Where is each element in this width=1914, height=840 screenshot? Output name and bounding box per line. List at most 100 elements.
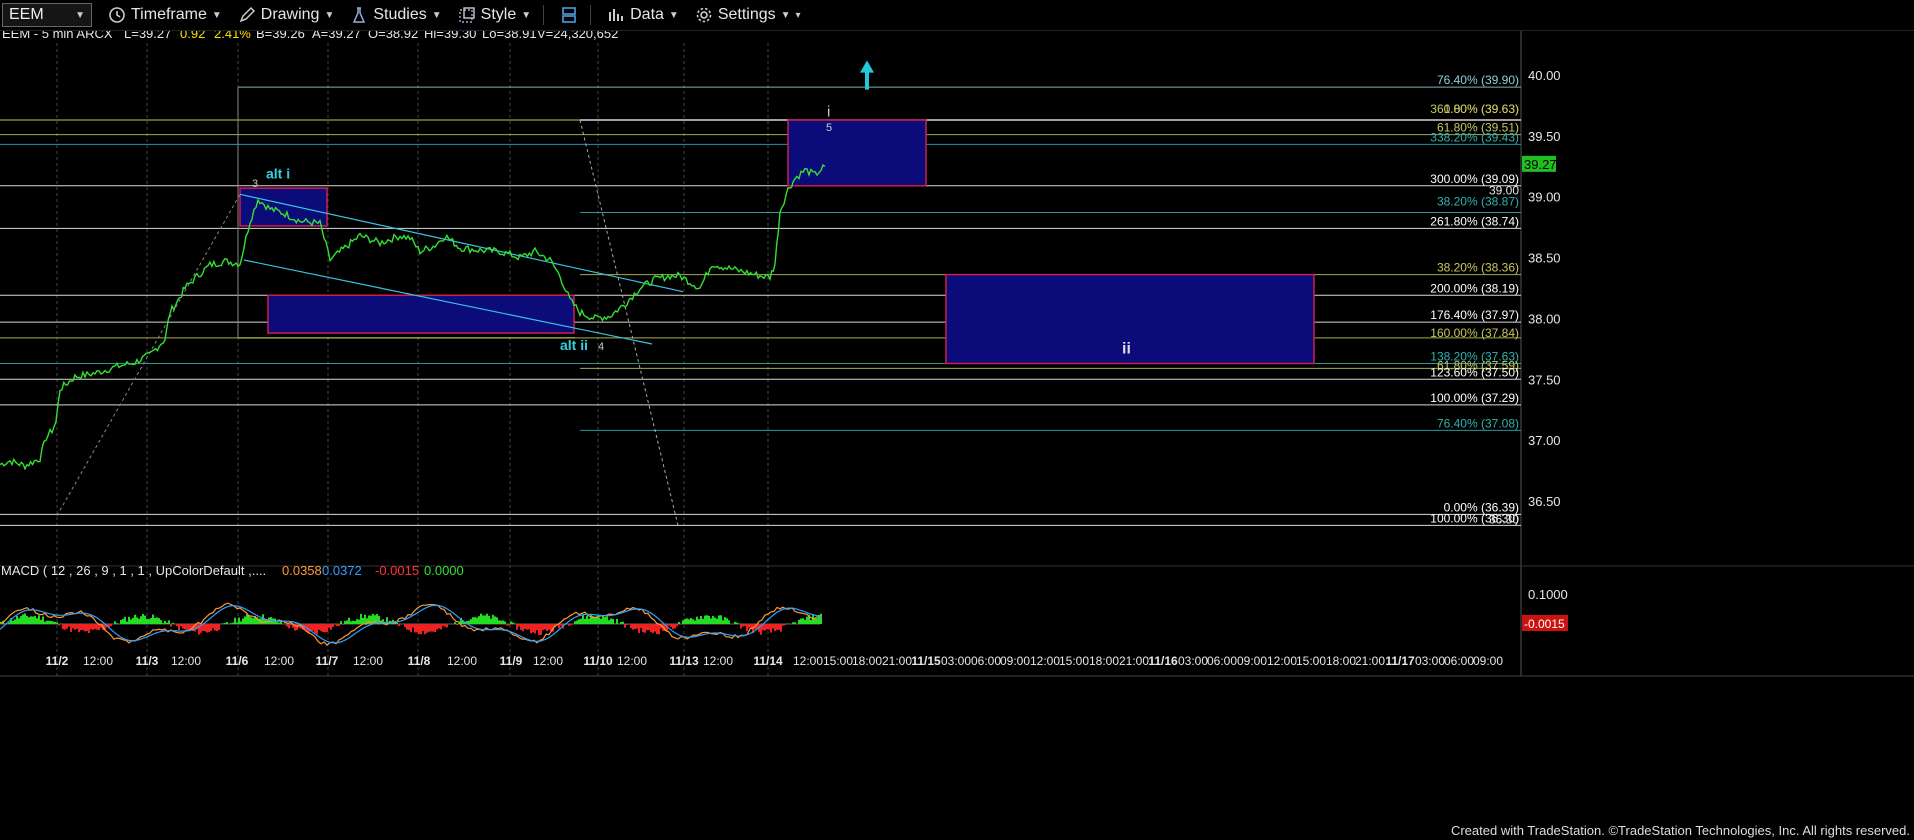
macd-histogram-bar xyxy=(658,624,660,635)
macd-histogram-bar xyxy=(728,620,730,624)
macd-histogram-bar xyxy=(638,624,640,634)
macd-histogram-bar xyxy=(574,621,576,624)
macd-histogram-bar xyxy=(134,614,136,624)
fib-label: 123.60% (37.50) xyxy=(1430,365,1519,379)
macd-histogram-bar xyxy=(360,613,362,624)
macd-histogram-bar xyxy=(702,618,704,624)
macd-histogram-bar xyxy=(672,624,674,630)
macd-histogram-bar xyxy=(456,624,458,625)
ask-price: A=39.27 xyxy=(312,31,361,41)
macd-histogram-bar xyxy=(68,624,70,627)
symbol-value: EEM xyxy=(9,6,44,23)
macd-histogram-bar xyxy=(182,624,184,629)
gear-icon xyxy=(696,7,712,23)
studies-button[interactable]: Studies ▼ xyxy=(350,6,442,24)
macd-histogram-bar xyxy=(496,617,498,624)
macd-histogram-bar xyxy=(506,624,508,626)
macd-histogram-bar xyxy=(778,624,780,630)
macd-histogram-bar xyxy=(176,624,178,626)
macd-histogram-bar xyxy=(42,616,44,624)
macd-histogram-bar xyxy=(50,620,52,624)
macd-histogram-bar xyxy=(582,615,584,624)
y-tick-label: 38.00 xyxy=(1528,311,1561,326)
macd-histogram-bar xyxy=(472,617,474,624)
macd-histogram-bar xyxy=(598,617,600,624)
layout-icon xyxy=(562,7,576,23)
x-tick-label: 11/9 xyxy=(500,654,523,668)
layout-button[interactable] xyxy=(560,6,578,24)
macd-histogram-bar xyxy=(430,624,432,632)
macd-histogram-bar xyxy=(52,621,54,624)
macd-histogram-bar xyxy=(636,624,638,629)
data-button[interactable]: Data ▼ xyxy=(607,6,679,24)
macd-histogram-bar xyxy=(198,624,200,635)
settings-button[interactable]: Settings ▼ ▾ xyxy=(695,6,801,24)
macd-histogram-bar xyxy=(136,617,138,624)
toolbar: EEM ▼ Timeframe ▼ Drawing ▼ Studies ▼ St… xyxy=(0,0,1914,31)
macd-histogram-bar xyxy=(338,624,340,627)
symbol-input[interactable]: EEM ▼ xyxy=(2,3,92,27)
macd-histogram-bar xyxy=(324,624,326,633)
macd-histogram-bar xyxy=(640,624,642,628)
style-button[interactable]: Style ▼ xyxy=(458,6,531,24)
macd-histogram-bar xyxy=(334,624,336,625)
macd-histogram-bar xyxy=(158,618,160,624)
macd-histogram-bar xyxy=(356,619,358,624)
macd-histogram-bar xyxy=(776,624,778,630)
macd-histogram-bar xyxy=(66,624,68,629)
macd-histogram-bar xyxy=(710,618,712,624)
chevron-down-icon: ▼ xyxy=(211,9,222,21)
macd-histogram-bar xyxy=(164,621,166,624)
macd-histogram-bar xyxy=(798,619,800,624)
x-tick-label: 11/16 xyxy=(1148,654,1178,668)
macd-histogram-bar xyxy=(780,624,782,632)
chart-area[interactable]: 76.40% (39.90)0.00% (39.63)361.80% (39.6… xyxy=(0,31,1914,840)
symbol-info: EEM - 5 min ARCX xyxy=(2,31,113,41)
macd-histogram-bar xyxy=(310,624,312,631)
macd-histogram-bar xyxy=(60,623,62,624)
macd-histogram-bar xyxy=(774,624,776,631)
macd-histogram-bar xyxy=(706,615,708,624)
macd-histogram-bar xyxy=(432,624,434,632)
macd-histogram-bar xyxy=(576,620,578,624)
axis-price-label: 36.30 xyxy=(1489,512,1519,526)
macd-histogram-bar xyxy=(332,624,334,628)
bid-price: B=39.26 xyxy=(256,31,305,41)
macd-histogram-bar xyxy=(438,624,440,629)
macd-histogram-bar xyxy=(150,618,152,624)
chevron-down-icon: ▼ xyxy=(431,9,442,21)
settings-label: Settings xyxy=(717,6,776,23)
x-tick-label: 09:00 xyxy=(1237,654,1267,668)
macd-histogram-bar xyxy=(88,624,90,634)
macd-histogram-bar xyxy=(470,619,472,624)
macd-histogram-bar xyxy=(246,614,248,624)
macd-histogram-bar xyxy=(742,624,744,627)
macd-histogram-bar xyxy=(588,618,590,624)
wave-label: i xyxy=(827,103,830,120)
macd-histogram-bar xyxy=(238,617,240,624)
macd-histogram-bar xyxy=(28,617,30,624)
macd-zero-value: 0.0000 xyxy=(424,563,464,578)
macd-histogram-bar xyxy=(290,624,292,626)
more-options-icon: ▾ xyxy=(795,9,801,21)
x-tick-label: 12:00 xyxy=(1267,654,1297,668)
macd-histogram-bar xyxy=(804,619,806,624)
macd-histogram-bar xyxy=(38,615,40,624)
macd-histogram-bar xyxy=(670,624,672,628)
macd-histogram-bar xyxy=(626,624,628,626)
macd-histogram-bar xyxy=(646,624,648,631)
change-percent: 2.41% xyxy=(214,31,251,41)
macd-histogram-bar xyxy=(726,618,728,624)
macd-histogram-bar xyxy=(148,619,150,624)
macd-histogram-bar xyxy=(536,624,538,631)
macd-histogram-bar xyxy=(354,620,356,624)
macd-histogram-bar xyxy=(676,624,678,627)
macd-histogram-bar xyxy=(434,624,436,633)
timeframe-button[interactable]: Timeframe ▼ xyxy=(108,6,222,24)
macd-histogram-bar xyxy=(656,624,658,635)
fib-label: 100.00% (37.29) xyxy=(1430,391,1519,405)
wave-label: 4 xyxy=(598,341,604,353)
drawing-button[interactable]: Drawing ▼ xyxy=(238,6,334,24)
x-tick-label: 06:00 xyxy=(1444,654,1474,668)
x-tick-label: 12:00 xyxy=(83,654,113,668)
